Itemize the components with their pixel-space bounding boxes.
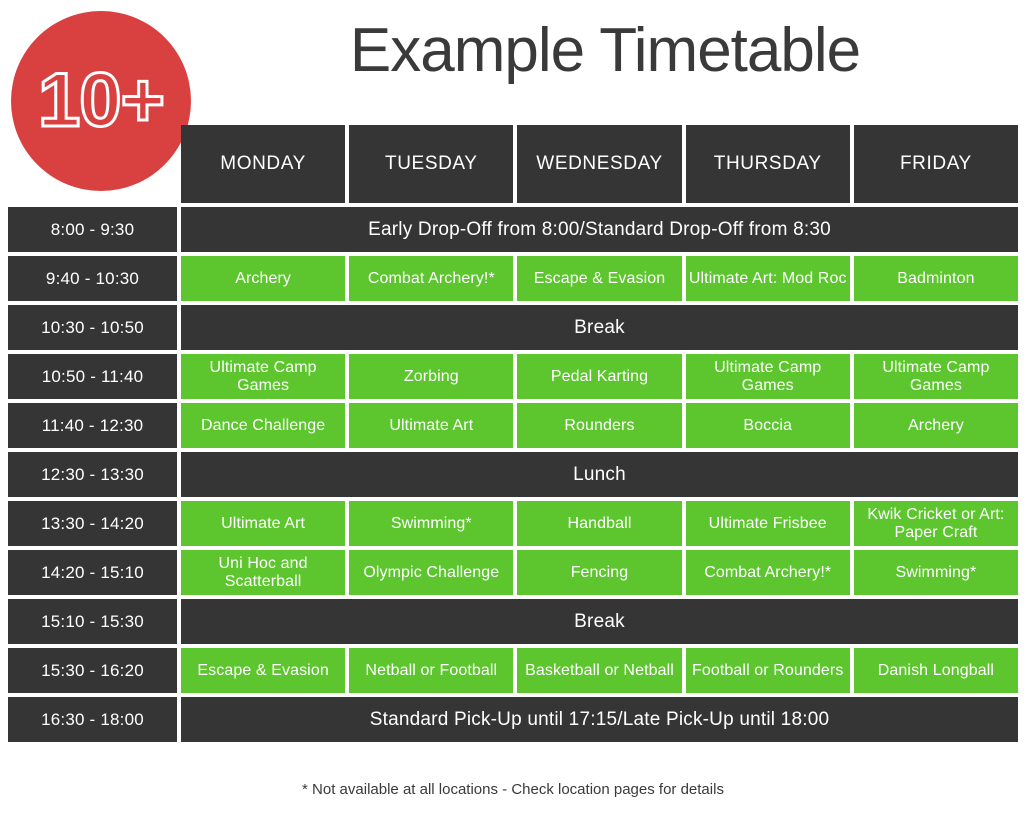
activity-cell: Archery <box>853 403 1019 448</box>
activity-cell: Kwik Cricket or Art: Paper Craft <box>853 501 1019 546</box>
timetable-grid: MONDAY TUESDAY WEDNESDAY THURSDAY FRIDAY… <box>8 125 1019 746</box>
timetable-row: 16:30 - 18:00 Standard Pick-Up until 17:1… <box>8 697 1018 742</box>
time-slot-label: 10:50 - 11:40 <box>8 354 177 399</box>
timetable-header-row: MONDAY TUESDAY WEDNESDAY THURSDAY FRIDAY <box>8 125 1019 203</box>
activity-cell: Swimming* <box>349 501 514 546</box>
activity-cell: Ultimate Camp Games <box>181 354 346 399</box>
activity-cell: Netball or Football <box>349 648 514 693</box>
day-header-tuesday: TUESDAY <box>349 125 514 203</box>
timetable-span-cell: Break <box>181 599 1018 644</box>
activity-cell: Badminton <box>853 256 1019 301</box>
activity-cell: Dance Challenge <box>181 403 346 448</box>
timetable-body: 8:00 - 9:30 Early Drop-Off from 8:00/Stan… <box>8 207 1019 742</box>
timetable-span-cell: Break <box>181 305 1018 350</box>
activity-cell: Olympic Challenge <box>349 550 514 595</box>
timetable-row: 12:30 - 13:30 Lunch <box>8 452 1018 497</box>
timetable-row: 13:30 - 14:20 Ultimate Art Swimming* Handba… <box>8 501 1019 546</box>
timetable-span-cell: Standard Pick-Up until 17:15/Late Pick-U… <box>181 697 1018 742</box>
timetable-row: 9:40 - 10:30 Archery Combat Archery!* Escap… <box>8 256 1019 301</box>
activity-cell: Archery <box>181 256 346 301</box>
timetable-row: 11:40 - 12:30 Dance Challenge Ultimate Art… <box>8 403 1019 448</box>
timetable-row: 14:20 - 15:10 Uni Hoc and Scatterball Olym… <box>8 550 1019 595</box>
activity-cell: Combat Archery!* <box>685 550 850 595</box>
timetable-row: 15:10 - 15:30 Break <box>8 599 1018 644</box>
activity-cell: Swimming* <box>853 550 1019 595</box>
time-slot-label: 10:30 - 10:50 <box>8 305 177 350</box>
time-slot-label: 8:00 - 9:30 <box>8 207 177 252</box>
activity-cell: Uni Hoc and Scatterball <box>181 550 346 595</box>
timetable-row: 8:00 - 9:30 Early Drop-Off from 8:00/Stan… <box>8 207 1018 252</box>
activity-cell: Combat Archery!* <box>349 256 514 301</box>
activity-cell: Basketball or Netball <box>517 648 682 693</box>
timetable-span-cell: Lunch <box>181 452 1018 497</box>
activity-cell: Escape & Evasion <box>517 256 682 301</box>
activity-cell: Ultimate Camp Games <box>685 354 850 399</box>
header-corner-cell <box>8 125 177 203</box>
time-slot-label: 12:30 - 13:30 <box>8 452 177 497</box>
activity-cell: Ultimate Art: Mod Roc <box>685 256 850 301</box>
day-header-monday: MONDAY <box>181 125 346 203</box>
timetable-span-cell: Early Drop-Off from 8:00/Standard Drop-O… <box>181 207 1018 252</box>
footnote: * Not available at all locations - Check… <box>302 781 724 798</box>
activity-cell: Ultimate Art <box>349 403 514 448</box>
activity-cell: Ultimate Camp Games <box>853 354 1019 399</box>
activity-cell: Boccia <box>685 403 850 448</box>
activity-cell: Escape & Evasion <box>181 648 346 693</box>
activity-cell: Rounders <box>517 403 682 448</box>
time-slot-label: 13:30 - 14:20 <box>8 501 177 546</box>
day-header-thursday: THURSDAY <box>685 125 850 203</box>
time-slot-label: 14:20 - 15:10 <box>8 550 177 595</box>
day-header-wednesday: WEDNESDAY <box>517 125 682 203</box>
activity-cell: Danish Longball <box>853 648 1019 693</box>
activity-cell: Ultimate Frisbee <box>685 501 850 546</box>
activity-cell: Football or Rounders <box>685 648 850 693</box>
time-slot-label: 9:40 - 10:30 <box>8 256 177 301</box>
activity-cell: Ultimate Art <box>181 501 346 546</box>
timetable-row: 10:30 - 10:50 Break <box>8 305 1018 350</box>
timetable-row: 10:50 - 11:40 Ultimate Camp Games Zorbing P… <box>8 354 1019 399</box>
activity-cell: Handball <box>517 501 682 546</box>
activity-cell: Zorbing <box>349 354 514 399</box>
time-slot-label: 15:10 - 15:30 <box>8 599 177 644</box>
time-slot-label: 15:30 - 16:20 <box>8 648 177 693</box>
time-slot-label: 11:40 - 12:30 <box>8 403 177 448</box>
timetable-row: 15:30 - 16:20 Escape & Evasion Netball or … <box>8 648 1019 693</box>
time-slot-label: 16:30 - 18:00 <box>8 697 177 742</box>
activity-cell: Fencing <box>517 550 682 595</box>
page-title: Example Timetable <box>349 16 861 85</box>
day-header-friday: FRIDAY <box>853 125 1019 203</box>
activity-cell: Pedal Karting <box>517 354 682 399</box>
